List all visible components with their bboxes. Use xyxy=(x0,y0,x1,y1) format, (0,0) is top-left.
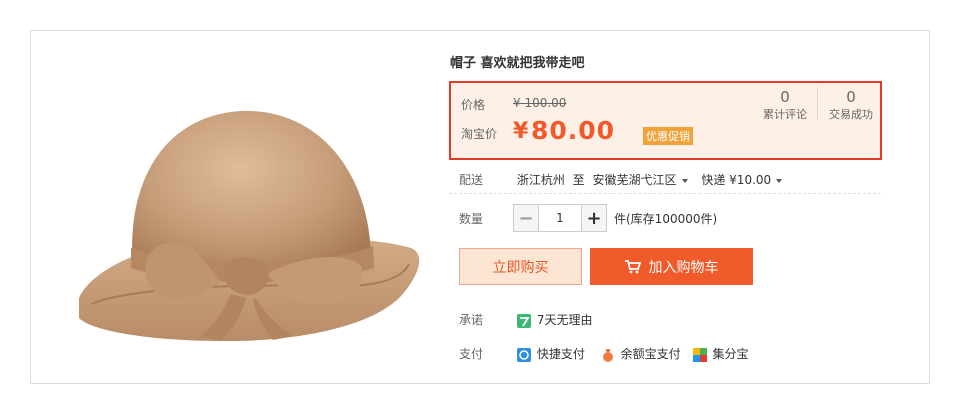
original-price: ¥ 100.00 xyxy=(513,96,567,110)
chevron-down-icon xyxy=(776,178,783,183)
decrease-button[interactable]: − xyxy=(514,205,538,231)
payment-row: 支付 快捷支付 余额宝支付 集分宝 xyxy=(459,345,749,362)
review-count-label: 累计评论 xyxy=(763,108,807,121)
hat-image xyxy=(79,110,420,342)
quantity-label: 数量 xyxy=(459,212,484,226)
sales-count[interactable]: 0 交易成功 xyxy=(823,88,879,122)
chevron-down-icon xyxy=(681,178,688,183)
shipping-from: 浙江杭州 xyxy=(516,173,565,187)
cart-icon xyxy=(624,259,641,273)
payment-method-jifenbao[interactable]: 集分宝 xyxy=(713,347,749,361)
currency-symbol: ¥ xyxy=(513,119,529,144)
price-panel: 价格 ¥ 100.00 淘宝价 ¥ 80.00 优惠促销 0 累计评论 0 交易… xyxy=(449,81,882,160)
stock-info: 件(库存100000件) xyxy=(614,212,718,226)
sales-count-label: 交易成功 xyxy=(829,108,873,121)
shipping-row: 配送 浙江杭州 至 安徽芜湖弋江区 快递 ¥10.00 xyxy=(459,171,783,188)
product-title: 帽子 喜欢就把我带走吧 xyxy=(450,56,585,71)
quantity-label-row: 数量 xyxy=(459,210,513,227)
payment-method-yuebao[interactable]: 余额宝支付 xyxy=(621,347,681,361)
quick-pay-icon xyxy=(516,347,531,362)
increase-button[interactable]: + xyxy=(582,205,606,231)
shipping-destination[interactable]: 安徽芜湖弋江区 xyxy=(593,173,688,187)
taobao-price-label: 淘宝价 xyxy=(461,127,498,141)
buy-now-button[interactable]: 立即购买 xyxy=(459,248,582,285)
yuebao-icon xyxy=(602,348,613,362)
sales-count-value: 0 xyxy=(846,88,856,106)
price-label: 价格 xyxy=(461,98,486,112)
product-card: 帽子 喜欢就把我带走吧 价格 ¥ 100.00 淘宝价 ¥ 80.00 优惠促销… xyxy=(30,30,930,384)
current-price: 80.00 xyxy=(531,116,616,145)
shipping-express[interactable]: 快递 ¥10.00 xyxy=(701,173,783,187)
shipping-label: 配送 xyxy=(459,173,484,187)
add-to-cart-label: 加入购物车 xyxy=(648,259,719,276)
promo-badge: 优惠促销 xyxy=(643,127,693,145)
product-image[interactable] xyxy=(71,36,421,381)
jifenbao-icon xyxy=(692,347,707,362)
quantity-input[interactable]: 1 xyxy=(538,205,582,231)
quantity-stepper: − 1 + xyxy=(513,204,607,232)
shipping-to-word: 至 xyxy=(572,173,585,187)
divider xyxy=(449,193,881,194)
stat-divider xyxy=(817,87,818,121)
promise-label: 承诺 xyxy=(459,313,484,327)
seven-day-return-icon xyxy=(516,313,531,328)
review-count-value: 0 xyxy=(780,88,790,106)
promise-item[interactable]: 7天无理由 xyxy=(537,313,593,327)
payment-label: 支付 xyxy=(459,347,484,361)
promise-row: 承诺 7天无理由 xyxy=(459,311,592,328)
payment-method-quick[interactable]: 快捷支付 xyxy=(537,347,585,361)
add-to-cart-button[interactable]: 加入购物车 xyxy=(590,248,753,285)
review-count[interactable]: 0 累计评论 xyxy=(757,88,813,122)
